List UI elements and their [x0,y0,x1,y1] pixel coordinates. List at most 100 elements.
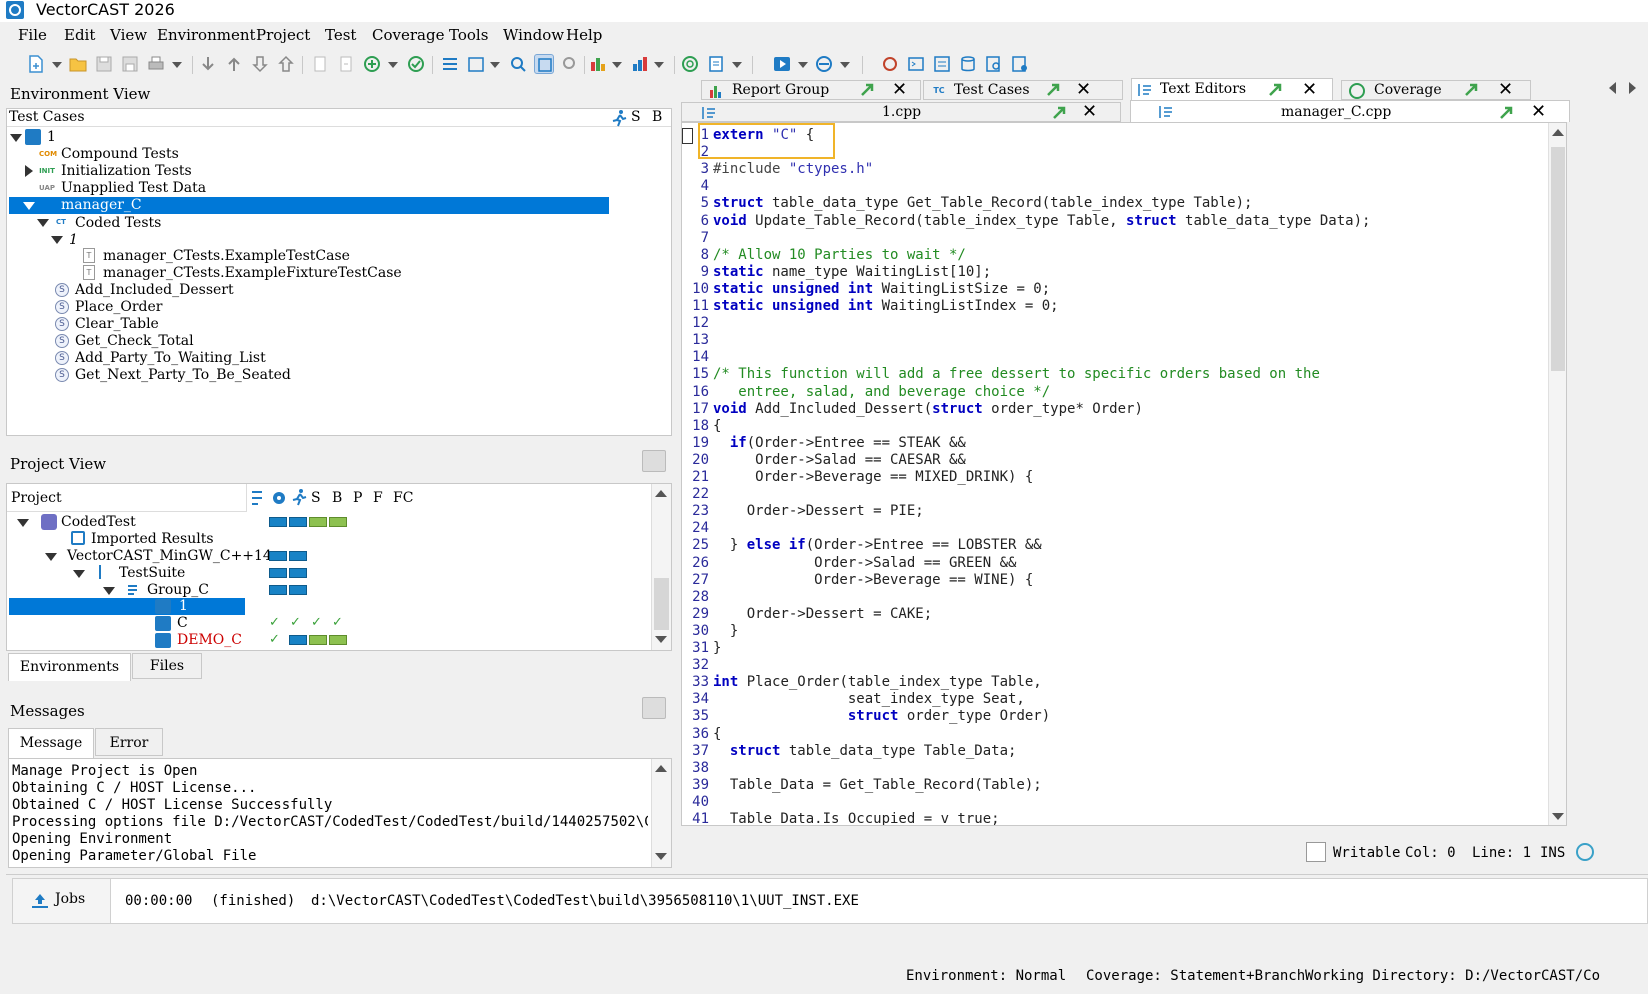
tab-text-editors[interactable]: Text Editors ✕ [1131,78,1333,100]
run-status-icon[interactable] [291,488,307,508]
close-icon[interactable]: ✕ [1531,101,1546,122]
report-dropdown-icon[interactable] [732,62,742,68]
testsuite-node[interactable]: TestSuite [119,565,185,582]
column-f[interactable]: F [373,490,383,506]
metrics-dropdown-icon[interactable] [654,62,664,68]
metrics-chart-icon[interactable] [630,54,650,74]
manager-c-unit[interactable]: manager_C [61,197,142,214]
close-icon[interactable]: ✕ [1302,79,1317,100]
scroll-down-icon[interactable] [655,853,667,860]
toggle-view-icon[interactable] [534,54,554,74]
collapse-toggle-icon[interactable] [17,519,29,527]
collapse-toggle-icon[interactable] [73,570,85,578]
database-icon[interactable] [958,54,978,74]
report-icon[interactable] [706,54,726,74]
imported-results-item[interactable]: Imported Results [91,531,214,548]
scroll-down-icon[interactable] [655,636,667,643]
scroll-thumb[interactable] [1551,147,1565,371]
tree-root-1[interactable]: 1 [47,129,56,146]
column-s[interactable]: S [631,109,641,125]
coded-group-1[interactable]: 1 [69,232,78,249]
menu-file[interactable]: File [18,26,47,44]
subprogram-item[interactable]: Place_Order [75,299,162,316]
run-status-icon[interactable] [611,109,627,127]
schedule-icon[interactable] [466,54,486,74]
tab-test-cases[interactable]: TC Test Cases ✕ [923,79,1123,100]
project-settings-icon[interactable] [642,450,666,472]
menu-edit[interactable]: Edit [64,26,95,44]
execute-dropdown-icon[interactable] [798,62,808,68]
example-test-case[interactable]: manager_CTests.ExampleTestCase [103,248,350,265]
menu-coverage[interactable]: Coverage [372,26,444,44]
undock-arrow-icon[interactable] [860,83,874,97]
unapplied-test-data-item[interactable]: Unapplied Test Data [61,180,206,197]
initialization-tests-item[interactable]: Initialization Tests [61,163,192,180]
arrow-down-icon[interactable] [198,54,218,74]
column-p[interactable]: P [353,490,362,506]
env-1-node[interactable]: 1 [179,598,188,615]
close-icon[interactable]: ✕ [1076,79,1091,100]
compound-tests-item[interactable]: Compound Tests [61,146,179,163]
compiler-node[interactable]: VectorCAST_MinGW_C++14 [67,548,272,565]
arrow-up-outline-icon[interactable] [276,54,296,74]
tab-message[interactable]: Message [8,728,94,758]
close-icon[interactable]: ✕ [892,79,907,100]
subprogram-item[interactable]: Clear_Table [75,316,159,333]
tab-scroll-right-icon[interactable] [1629,82,1636,94]
coverage-find-icon[interactable] [560,54,580,74]
expand-toggle-icon[interactable] [25,165,33,177]
jobs-button[interactable]: Jobs [13,879,111,923]
tab-files[interactable]: Files [132,653,202,679]
project-column[interactable]: Project [11,490,62,506]
collapse-toggle-icon[interactable] [45,553,57,561]
messages-settings-icon[interactable] [642,697,666,719]
collapse-toggle-icon[interactable] [51,236,63,244]
arrow-up-icon[interactable] [224,54,244,74]
print-icon[interactable] [146,54,166,74]
column-fc[interactable]: FC [393,490,413,506]
build-dropdown-icon[interactable] [840,62,850,68]
group-c-node[interactable]: Group_C [147,582,209,599]
selected-row-highlight[interactable] [9,598,245,615]
tab-error[interactable]: Error [95,728,163,756]
schedule-dropdown-icon[interactable] [490,62,500,68]
find-icon[interactable] [508,54,528,74]
document-disabled-icon[interactable] [310,54,330,74]
tab-coverage[interactable]: Coverage ✕ [1341,79,1531,100]
collapse-toggle-icon[interactable] [10,134,22,142]
arrow-down-outline-icon[interactable] [250,54,270,74]
new-dropdown-icon[interactable] [52,62,62,68]
example-fixture-test-case[interactable]: manager_CTests.ExampleFixtureTestCase [103,265,402,282]
settings-doc-icon[interactable] [1010,54,1030,74]
terminal-icon[interactable] [906,54,926,74]
search-doc-icon[interactable] [984,54,1004,74]
subprogram-item[interactable]: Add_Party_To_Waiting_List [75,350,266,367]
add-test-icon[interactable] [362,54,382,74]
menu-help[interactable]: Help [566,26,602,44]
undock-arrow-icon[interactable] [1052,106,1066,120]
collapse-toggle-icon[interactable] [103,587,115,595]
print-dropdown-icon[interactable] [172,62,182,68]
subprogram-item[interactable]: Get_Next_Party_To_Be_Seated [75,367,291,384]
collapse-toggle-icon[interactable] [23,202,35,210]
collapse-toggle-icon[interactable] [37,219,49,227]
save-all-icon[interactable] [120,54,140,74]
save-icon[interactable] [94,54,114,74]
close-icon[interactable]: ✕ [1498,79,1513,100]
refresh-icon[interactable] [1576,843,1594,861]
column-b[interactable]: B [652,109,662,125]
bar-chart-dropdown-icon[interactable] [612,62,622,68]
subprogram-item[interactable]: Add_Included_Dessert [75,282,234,299]
tab-scroll-left-icon[interactable] [1609,82,1616,94]
editor-tab-manager-c-cpp[interactable]: manager_C.cpp ✕ [1130,100,1570,122]
menu-environment[interactable]: Environment [157,26,256,44]
messages-scrollbar[interactable] [651,759,671,867]
menu-test[interactable]: Test [325,26,356,44]
undock-arrow-icon[interactable] [1499,106,1513,120]
env-demo-c-node[interactable]: DEMO_C [177,632,242,649]
undock-arrow-icon[interactable] [1046,83,1060,97]
tab-report-group[interactable]: Report Group ✕ [701,79,921,100]
add-test-dropdown-icon[interactable] [388,62,398,68]
options-icon[interactable] [440,54,460,74]
scroll-up-icon[interactable] [655,490,667,497]
